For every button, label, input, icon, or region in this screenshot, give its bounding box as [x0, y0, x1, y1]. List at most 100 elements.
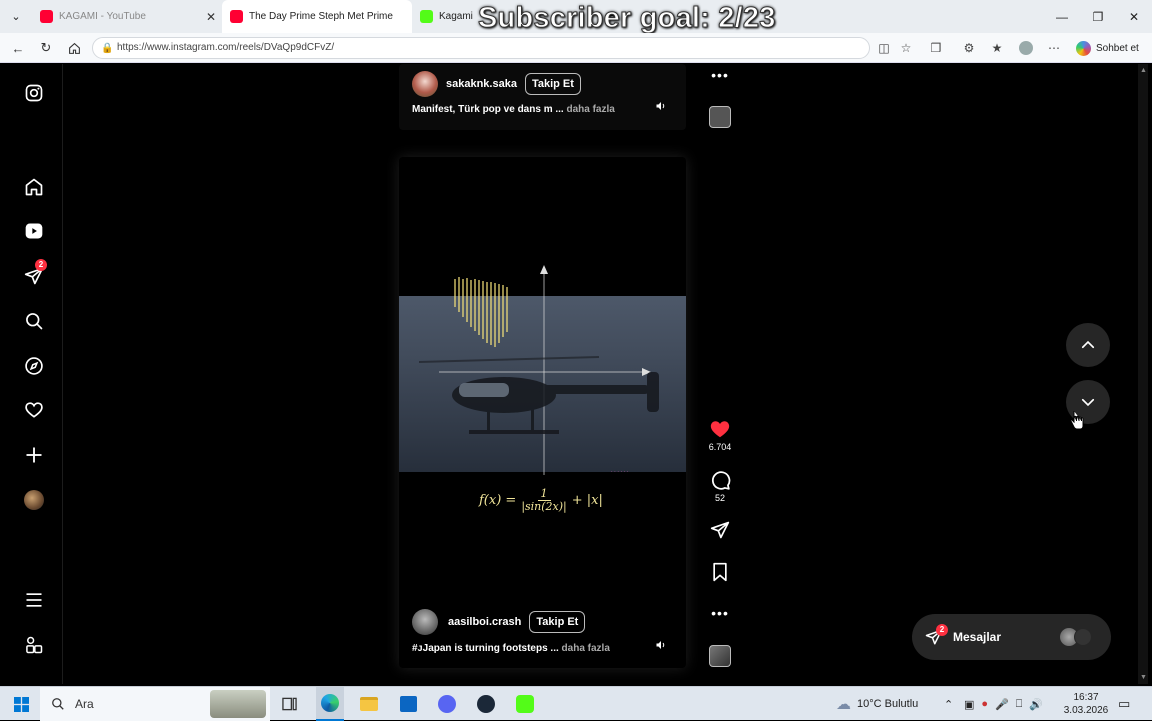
- save-button[interactable]: [706, 562, 734, 582]
- tab-actions-menu[interactable]: ⌄: [0, 0, 32, 33]
- notifications-heart-icon[interactable]: [23, 399, 45, 421]
- direct-messages-icon[interactable]: 2: [23, 259, 47, 287]
- search-icon[interactable]: [23, 310, 45, 332]
- tab-steph-video[interactable]: The Day Prime Steph Met Prime Le: [222, 0, 412, 33]
- home-icon[interactable]: [23, 176, 45, 198]
- reload-button[interactable]: ↻: [38, 40, 54, 56]
- cloud-icon: ☁: [836, 696, 851, 713]
- create-plus-icon[interactable]: [23, 444, 45, 466]
- mute-toggle[interactable]: [652, 97, 670, 115]
- username-link[interactable]: aasilboi.crash: [448, 616, 521, 628]
- back-button[interactable]: ←: [10, 40, 26, 56]
- tab-title: KAGAMI - YouTube: [59, 11, 146, 22]
- caption-text: #ᴊJapan is turning footsteps ...: [412, 643, 559, 654]
- steam-icon: [477, 695, 495, 713]
- follow-button[interactable]: Takip Et: [529, 611, 586, 633]
- more-options-button[interactable]: •••: [706, 67, 734, 83]
- weather-widget[interactable]: ☁ 10°C Bulutlu: [836, 687, 918, 721]
- close-tab-icon[interactable]: ✕: [206, 10, 216, 24]
- copilot-chat-button[interactable]: Sohbet et: [1076, 40, 1139, 56]
- reel-caption[interactable]: #ᴊJapan is turning footsteps ... daha fa…: [412, 643, 610, 654]
- task-view-button[interactable]: [276, 687, 302, 721]
- clock[interactable]: 16:37 3.03.2026: [1060, 687, 1112, 721]
- taskbar-search[interactable]: Ara: [40, 687, 270, 721]
- avatar[interactable]: [412, 71, 438, 97]
- split-screen-icon[interactable]: ◫: [877, 41, 891, 55]
- profile-avatar[interactable]: [1019, 41, 1033, 55]
- audio-thumbnail[interactable]: [709, 106, 731, 128]
- follow-button[interactable]: Takip Et: [524, 73, 581, 95]
- scroll-up-arrow[interactable]: ▲: [1140, 67, 1147, 74]
- action-center-icon[interactable]: ▭: [1118, 687, 1130, 721]
- performance-icon[interactable]: ⚙: [962, 41, 976, 55]
- url-field[interactable]: 🔒 https://www.instagram.com/reels/DVaQp9…: [92, 37, 870, 59]
- avatar[interactable]: [412, 609, 438, 635]
- instagram-logo-icon[interactable]: [23, 82, 45, 104]
- store-button[interactable]: [395, 687, 421, 721]
- page-scrollbar[interactable]: ▲ ▼: [1138, 64, 1148, 684]
- home-icon: [68, 42, 80, 54]
- svg-text:· · · · · ·: · · · · · ·: [611, 469, 629, 475]
- profile-avatar[interactable]: [23, 489, 45, 511]
- comment-button[interactable]: 52: [706, 470, 734, 503]
- reels-icon[interactable]: [23, 220, 45, 242]
- username-link[interactable]: sakaknk.saka: [446, 78, 517, 90]
- kick-app-button[interactable]: [512, 687, 538, 721]
- store-icon: [399, 696, 417, 712]
- previous-reel-button[interactable]: [1066, 323, 1110, 367]
- comment-count: 52: [714, 493, 725, 503]
- reel-owner: sakaknk.saka Takip Et: [412, 71, 581, 97]
- more-options-button[interactable]: •••: [706, 605, 734, 621]
- discord-button[interactable]: [434, 687, 460, 721]
- tray-app-icon[interactable]: ▣: [964, 698, 974, 711]
- site-info-icon[interactable]: 🔒: [101, 39, 113, 59]
- more-menu-icon[interactable]: ⋯: [1047, 41, 1061, 55]
- discord-icon: [438, 695, 456, 713]
- share-button[interactable]: [706, 520, 734, 540]
- more-menu-icon[interactable]: [23, 589, 45, 611]
- clock-date: 3.03.2026: [1063, 705, 1109, 716]
- volume-icon[interactable]: 🔊: [1029, 698, 1043, 711]
- more-link[interactable]: daha fazla: [566, 104, 614, 115]
- microphone-icon[interactable]: 🎤: [995, 698, 1009, 711]
- steam-button[interactable]: [473, 687, 499, 721]
- network-icon[interactable]: ⎕: [1016, 698, 1023, 711]
- bookmark-icon: [713, 562, 727, 582]
- start-button[interactable]: [6, 687, 36, 721]
- close-window-button[interactable]: ✕: [1116, 0, 1152, 33]
- reel-caption[interactable]: Manifest, Türk pop ve dans m ... daha fa…: [412, 104, 615, 115]
- favorites-icon[interactable]: ★: [990, 41, 1004, 55]
- speaker-icon: [656, 102, 665, 110]
- also-from-meta-icon[interactable]: [23, 634, 45, 656]
- like-button[interactable]: 6.704: [706, 418, 734, 452]
- chevron-down-icon: [1081, 398, 1095, 407]
- tray-app-icon[interactable]: ●: [981, 698, 988, 710]
- audio-thumbnail[interactable]: [709, 645, 731, 667]
- favorite-star-icon[interactable]: ☆: [899, 41, 913, 55]
- file-explorer-button[interactable]: [356, 687, 382, 721]
- more-link[interactable]: daha fazla: [562, 643, 610, 654]
- show-hidden-icons[interactable]: ⌃: [944, 687, 953, 721]
- windows-logo-icon: [13, 696, 29, 712]
- current-reel-video[interactable]: · · · · · · f(x) = 1 |sin(2x)| + |x|: [399, 157, 686, 668]
- chat-label: Sohbet et: [1096, 42, 1139, 54]
- chevron-up-icon: [1081, 340, 1095, 349]
- restore-button[interactable]: ❐: [1080, 0, 1116, 33]
- mute-toggle[interactable]: [652, 636, 670, 654]
- youtube-icon: [230, 10, 243, 23]
- extensions-icon[interactable]: ❒: [929, 41, 943, 55]
- tab-kagami-youtube[interactable]: KAGAMI - YouTube ✕: [32, 0, 222, 33]
- speaker-icon: [656, 641, 665, 649]
- stream-overlay-text: Subscriber goal: 2/23: [478, 2, 776, 35]
- minimize-button[interactable]: —: [1044, 0, 1080, 33]
- reel-video-frame: · · · · · ·: [399, 265, 686, 475]
- messages-button[interactable]: 2 Mesajlar: [912, 614, 1111, 660]
- home-button[interactable]: [66, 40, 82, 56]
- scroll-down-arrow[interactable]: ▼: [1140, 674, 1147, 681]
- task-view-icon: [281, 697, 297, 711]
- explore-compass-icon[interactable]: [23, 355, 45, 377]
- like-count: 6.704: [708, 442, 732, 452]
- tab-title: The Day Prime Steph Met Prime Le: [249, 11, 394, 22]
- folder-icon: [360, 697, 378, 711]
- edge-taskbar-button[interactable]: [316, 687, 344, 721]
